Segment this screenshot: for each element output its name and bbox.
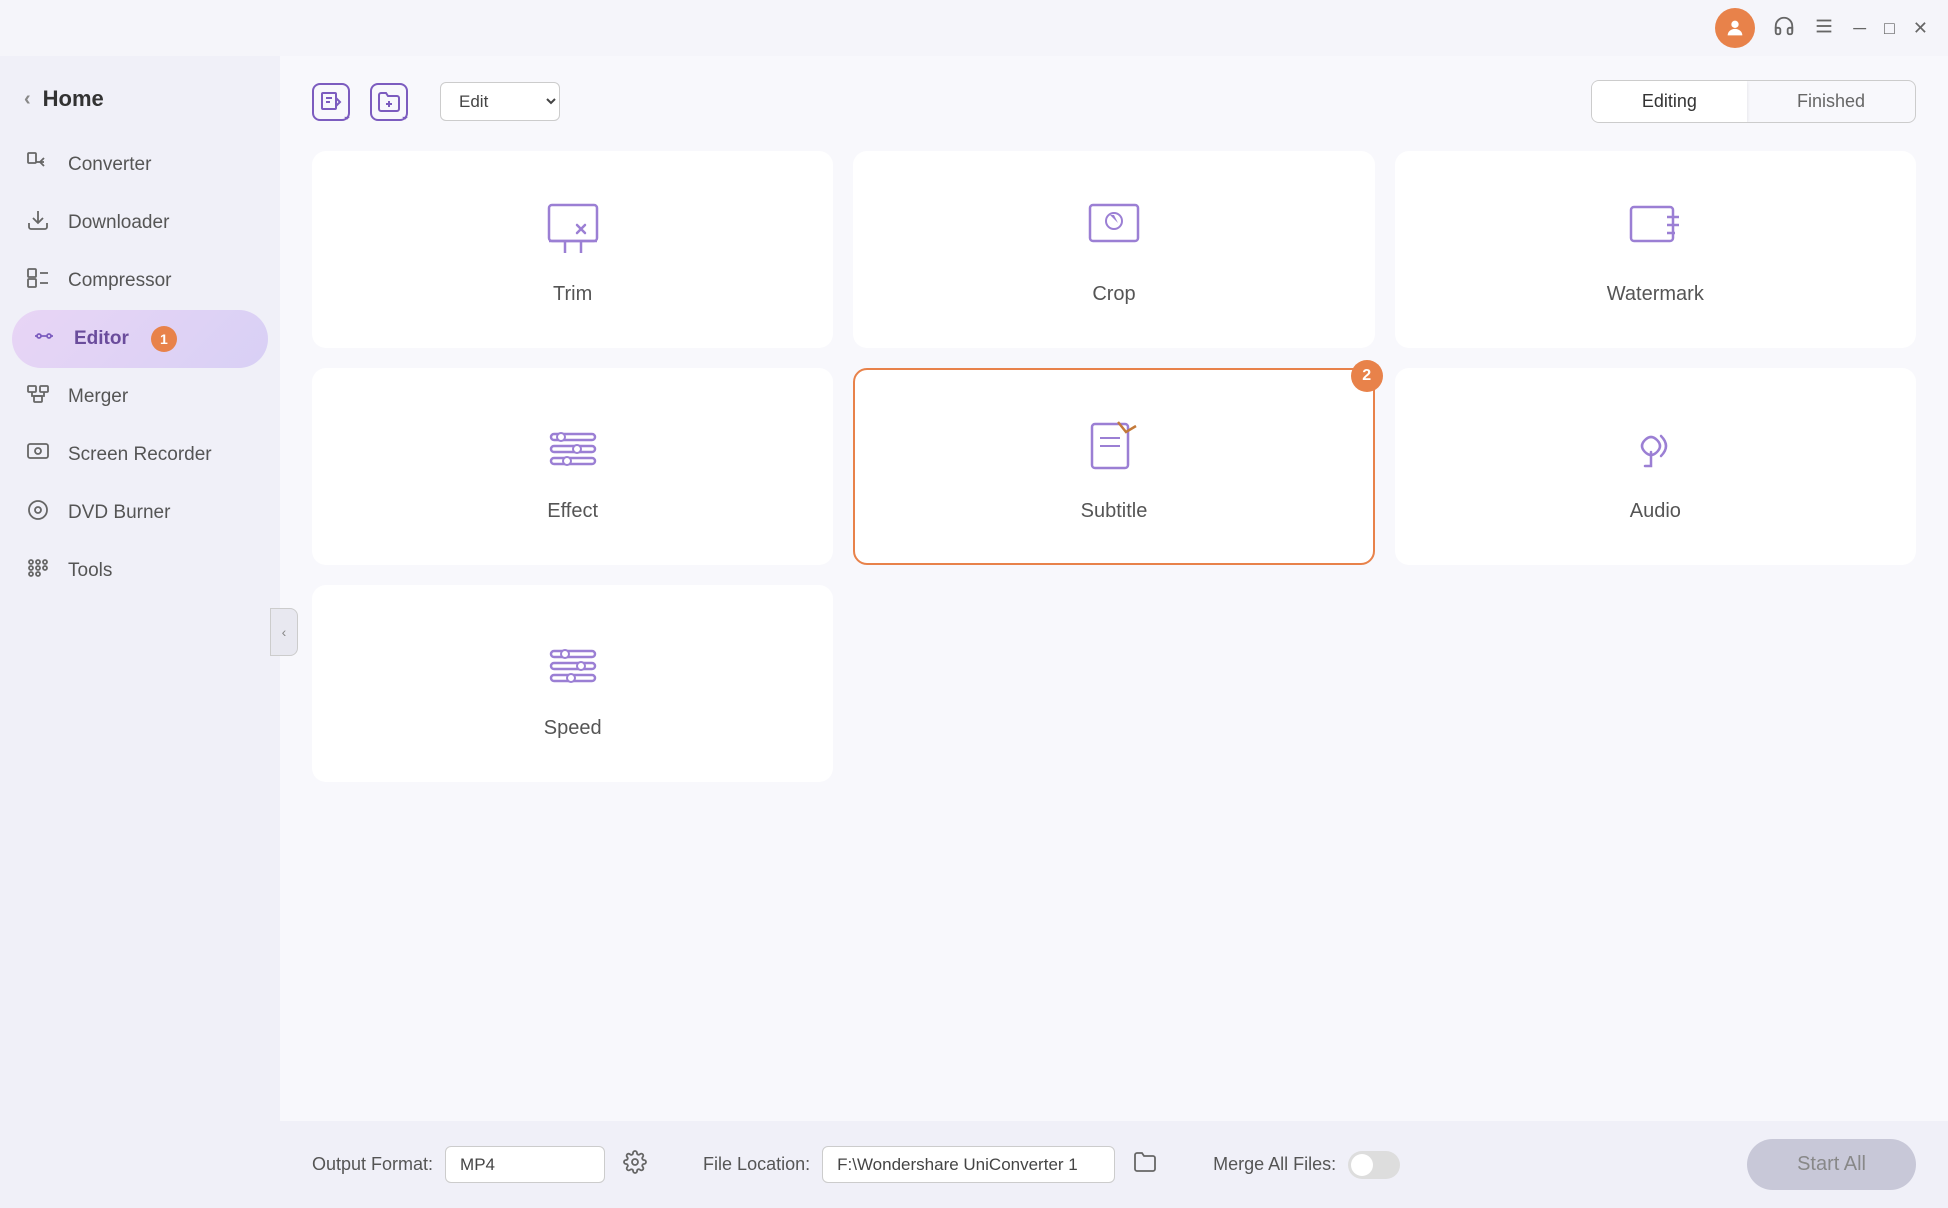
sidebar-collapse-button[interactable]: ‹ — [270, 608, 298, 656]
merger-icon — [24, 382, 52, 412]
audio-label: Audio — [1630, 500, 1681, 523]
content-area: Edit Editing Finished — [280, 56, 1948, 1121]
output-format-label: Output Format: — [312, 1154, 433, 1175]
trim-icon — [537, 193, 609, 265]
trim-label: Trim — [553, 283, 592, 306]
sidebar-item-compressor[interactable]: Compressor — [0, 252, 280, 310]
output-format-settings-button[interactable] — [617, 1147, 653, 1183]
converter-icon — [24, 150, 52, 180]
merge-label: Merge All Files: — [1213, 1154, 1336, 1175]
subtitle-badge: 2 — [1351, 360, 1383, 392]
back-arrow: ‹ — [24, 88, 31, 111]
screen-recorder-icon — [24, 440, 52, 470]
effect-card[interactable]: Effect — [312, 368, 833, 565]
compressor-label: Compressor — [68, 270, 171, 292]
watermark-card[interactable]: Watermark — [1395, 151, 1916, 348]
effect-label: Effect — [547, 500, 598, 523]
minimize-button[interactable]: ─ — [1853, 18, 1866, 39]
speed-card[interactable]: Speed — [312, 585, 833, 782]
effect-icon — [537, 410, 609, 482]
title-bar: ─ □ ✕ — [0, 0, 1948, 56]
file-location-field: File Location: F:\Wondershare UniConvert… — [703, 1146, 1163, 1183]
sidebar: ‹ Home Converter Downloader Compressor — [0, 56, 280, 1208]
compressor-icon — [24, 266, 52, 296]
sidebar-item-downloader[interactable]: Downloader — [0, 194, 280, 252]
speed-icon — [537, 627, 609, 699]
sidebar-item-tools[interactable]: Tools — [0, 542, 280, 600]
home-label: Home — [43, 86, 104, 112]
subtitle-icon — [1078, 410, 1150, 482]
converter-label: Converter — [68, 154, 151, 176]
add-folder-button[interactable] — [370, 83, 408, 121]
toolbar: Edit Editing Finished — [312, 80, 1916, 123]
bottom-bar: Output Format: MP4 File Location: F:\Won… — [280, 1121, 1948, 1208]
audio-card[interactable]: Audio — [1395, 368, 1916, 565]
file-location-select[interactable]: F:\Wondershare UniConverter 1 — [822, 1146, 1115, 1183]
watermark-label: Watermark — [1607, 283, 1704, 306]
close-button[interactable]: ✕ — [1913, 18, 1928, 39]
user-avatar — [1715, 8, 1755, 48]
downloader-label: Downloader — [68, 212, 169, 234]
crop-icon — [1078, 193, 1150, 265]
headset-icon[interactable] — [1773, 15, 1795, 42]
speed-label: Speed — [544, 717, 602, 740]
merge-all-files-field: Merge All Files: — [1213, 1151, 1400, 1179]
subtitle-card[interactable]: Subtitle 2 — [853, 368, 1374, 565]
maximize-button[interactable]: □ — [1884, 18, 1895, 39]
screen-recorder-label: Screen Recorder — [68, 444, 212, 466]
sidebar-item-dvd-burner[interactable]: DVD Burner — [0, 484, 280, 542]
watermark-icon — [1619, 193, 1691, 265]
crop-card[interactable]: Crop — [853, 151, 1374, 348]
add-file-button[interactable] — [312, 83, 350, 121]
merge-toggle[interactable] — [1348, 1151, 1400, 1179]
trim-card[interactable]: Trim — [312, 151, 833, 348]
tab-finished[interactable]: Finished — [1747, 81, 1915, 122]
menu-icon[interactable] — [1813, 15, 1835, 42]
sidebar-item-converter[interactable]: Converter — [0, 136, 280, 194]
start-all-button[interactable]: Start All — [1747, 1139, 1916, 1190]
audio-icon — [1619, 410, 1691, 482]
subtitle-label: Subtitle — [1081, 500, 1148, 523]
crop-label: Crop — [1092, 283, 1135, 306]
editor-label: Editor — [74, 328, 129, 350]
tools-icon — [24, 556, 52, 586]
edit-dropdown[interactable]: Edit — [440, 82, 560, 121]
output-format-select[interactable]: MP4 — [445, 1146, 605, 1183]
sidebar-item-editor[interactable]: Editor 1 — [12, 310, 268, 368]
downloader-icon — [24, 208, 52, 238]
sidebar-item-merger[interactable]: Merger — [0, 368, 280, 426]
file-location-folder-button[interactable] — [1127, 1147, 1163, 1183]
file-location-label: File Location: — [703, 1154, 810, 1175]
tools-label: Tools — [68, 560, 112, 582]
dvd-burner-label: DVD Burner — [68, 502, 170, 524]
dvd-burner-icon — [24, 498, 52, 528]
sidebar-home[interactable]: ‹ Home — [0, 76, 280, 136]
sidebar-item-screen-recorder[interactable]: Screen Recorder — [0, 426, 280, 484]
editor-badge: 1 — [151, 326, 177, 352]
tab-switcher: Editing Finished — [1591, 80, 1916, 123]
output-format-field: Output Format: MP4 — [312, 1146, 653, 1183]
merger-label: Merger — [68, 386, 128, 408]
editor-icon — [30, 324, 58, 354]
tab-editing[interactable]: Editing — [1592, 81, 1747, 122]
